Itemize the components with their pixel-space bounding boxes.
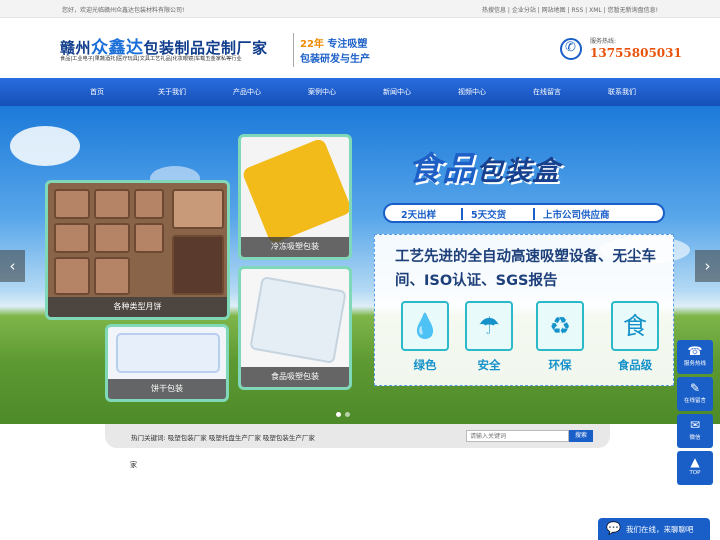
food-product-photo[interactable]: 食品吸塑包装 xyxy=(238,266,352,390)
chat-label: 我们在线，来聊聊吧 xyxy=(626,525,694,534)
hero-banner[interactable]: ‹ › 各种类型月饼 冷冻吸塑包装 食品吸塑包装 饼干包装 食品包装盒 2天出样… xyxy=(0,106,720,424)
food-caption: 食品吸塑包装 xyxy=(241,367,349,387)
badge-sample: 2天出样 xyxy=(401,210,437,221)
hotline-label: 服务热线 xyxy=(683,361,706,367)
badge-supplier: 上市公司供应商 xyxy=(543,210,610,221)
mooncake-product-photo[interactable]: 各种类型月饼 xyxy=(45,180,230,320)
feature-foodgrade-label: 食品级 xyxy=(617,358,653,372)
top-bar: 您好，欢迎光临赣州众鑫达包装材料有限公司! 热搜信息 | 企业分站 | 网站地图… xyxy=(0,0,720,18)
phone-label: 服务热线: xyxy=(590,38,617,45)
tray-cell xyxy=(134,189,164,219)
wechat-button[interactable]: ✉ 微信 xyxy=(677,414,713,448)
site-header: 赣州众鑫达包装制品定制厂家 食品|工业电子|果蔬酒托|医疗玩具|文具工艺礼品|化… xyxy=(0,18,720,78)
yellow-tray xyxy=(241,137,349,245)
headset-icon: ☎ xyxy=(687,344,703,358)
tray-cell xyxy=(94,189,130,219)
chat-bubble-icon: ✎ xyxy=(689,381,701,395)
header-divider xyxy=(293,33,294,67)
nav-products[interactable]: 产品中心 xyxy=(217,87,277,97)
clear-tray xyxy=(249,276,347,364)
wechat-label: 微信 xyxy=(689,435,701,441)
nav-cases[interactable]: 案例中心 xyxy=(292,87,352,97)
carousel-dot[interactable] xyxy=(336,412,341,417)
slogan-focus: 专注吸塑 xyxy=(327,39,368,50)
umbrella-icon: ☂ xyxy=(465,301,513,351)
wechat-icon: ✉ xyxy=(689,418,701,432)
message-label: 在线留言 xyxy=(683,398,706,404)
biscuit-product-photo[interactable]: 饼干包装 xyxy=(105,324,229,402)
biscuit-tray xyxy=(116,333,220,373)
nav-contact[interactable]: 联系我们 xyxy=(592,87,652,97)
banner-prev-arrow[interactable]: ‹ xyxy=(0,250,25,282)
tray-cell xyxy=(172,235,224,295)
hotline-button[interactable]: ☎ 服务热线 xyxy=(677,340,713,374)
content-text: 家 xyxy=(130,461,137,469)
back-to-top-button[interactable]: ▲ TOP xyxy=(677,451,713,485)
search-strip: 热门关键词: 吸塑包装厂家 吸塑托盘生产厂家 吸塑包装生产厂家 搜索 xyxy=(105,424,610,448)
banner-title-main: 食品 xyxy=(408,149,476,188)
hot-keywords[interactable]: 热门关键词: 吸塑包装厂家 吸塑托盘生产厂家 吸塑包装生产厂家 xyxy=(131,432,315,442)
badge-divider xyxy=(533,208,535,220)
biscuit-caption: 饼干包装 xyxy=(108,379,226,399)
nav-about[interactable]: 关于我们 xyxy=(142,87,202,97)
slogan-line-2: 包装研发与生产 xyxy=(300,54,370,65)
cloud xyxy=(10,126,80,166)
mooncake-caption: 各种类型月饼 xyxy=(48,297,227,317)
feature-green-label: 绿色 xyxy=(413,358,437,372)
carousel-dots xyxy=(334,402,352,421)
slogan-line-1: 22年 专注吸塑 xyxy=(300,35,367,50)
feature-eco-label: 环保 xyxy=(548,358,572,372)
chat-icon: 💬 xyxy=(606,521,621,535)
nav-message[interactable]: 在线留言 xyxy=(517,87,577,97)
search-button[interactable]: 搜索 xyxy=(569,430,593,442)
service-badges: 2天出样 5天交货 上市公司供应商 xyxy=(383,203,665,223)
banner-title-sub: 包装盒 xyxy=(476,156,560,187)
tray-cell xyxy=(54,223,90,253)
nav-news[interactable]: 新闻中心 xyxy=(367,87,427,97)
banner-title: 食品包装盒 xyxy=(408,142,560,190)
nav-home[interactable]: 首页 xyxy=(67,87,127,97)
message-button[interactable]: ✎ 在线留言 xyxy=(677,377,713,411)
phone-number[interactable]: 13755805031 xyxy=(590,46,682,60)
tray-cell xyxy=(94,223,130,253)
badge-delivery: 5天交货 xyxy=(471,210,507,221)
tray-cell xyxy=(172,189,224,229)
tray-cell xyxy=(94,257,130,295)
slogan-years: 22年 xyxy=(300,39,324,50)
banner-next-arrow[interactable]: › xyxy=(695,250,720,282)
main-nav: 首页 关于我们 产品中心 案例中心 新闻中心 视频中心 在线留言 联系我们 xyxy=(0,78,720,106)
carousel-dot[interactable] xyxy=(345,412,350,417)
recycle-icon: ♻ xyxy=(536,301,584,351)
top-label: TOP xyxy=(689,470,701,476)
badge-divider xyxy=(461,208,463,220)
frozen-caption: 冷冻吸塑包装 xyxy=(241,237,349,257)
tray-cell xyxy=(134,223,164,253)
arrow-up-icon: ▲ xyxy=(690,455,700,469)
frozen-product-photo[interactable]: 冷冻吸塑包装 xyxy=(238,134,352,260)
nav-videos[interactable]: 视频中心 xyxy=(442,87,502,97)
industry-tagline: 食品|工业电子|果蔬酒托|医疗玩具|文具工艺礼品|化妆眼镜|车载五金家私等行业 xyxy=(60,56,242,62)
phone-icon xyxy=(560,38,582,60)
tray-cell xyxy=(54,189,90,219)
welcome-text: 您好，欢迎光临赣州众鑫达包装材料有限公司! xyxy=(62,7,185,14)
tray-cell xyxy=(54,257,90,295)
feature-description: 工艺先进的全自动高速吸塑设备、无尘车间、ISO认证、SGS报告 xyxy=(395,249,656,289)
water-drop-icon: 💧 xyxy=(401,301,449,351)
search-input[interactable] xyxy=(466,430,569,442)
feature-panel: 工艺先进的全自动高速吸塑设备、无尘车间、ISO认证、SGS报告 💧 绿色 ☂ 安… xyxy=(374,234,674,386)
online-chat-bar[interactable]: 💬 我们在线，来聊聊吧 xyxy=(598,518,710,540)
top-links[interactable]: 热搜信息 | 企业分站 | 网站地图 | RSS | XML | 您暂无新询盘信… xyxy=(482,5,658,14)
food-icon: 食 xyxy=(611,301,659,351)
feature-safe-label: 安全 xyxy=(477,358,501,372)
